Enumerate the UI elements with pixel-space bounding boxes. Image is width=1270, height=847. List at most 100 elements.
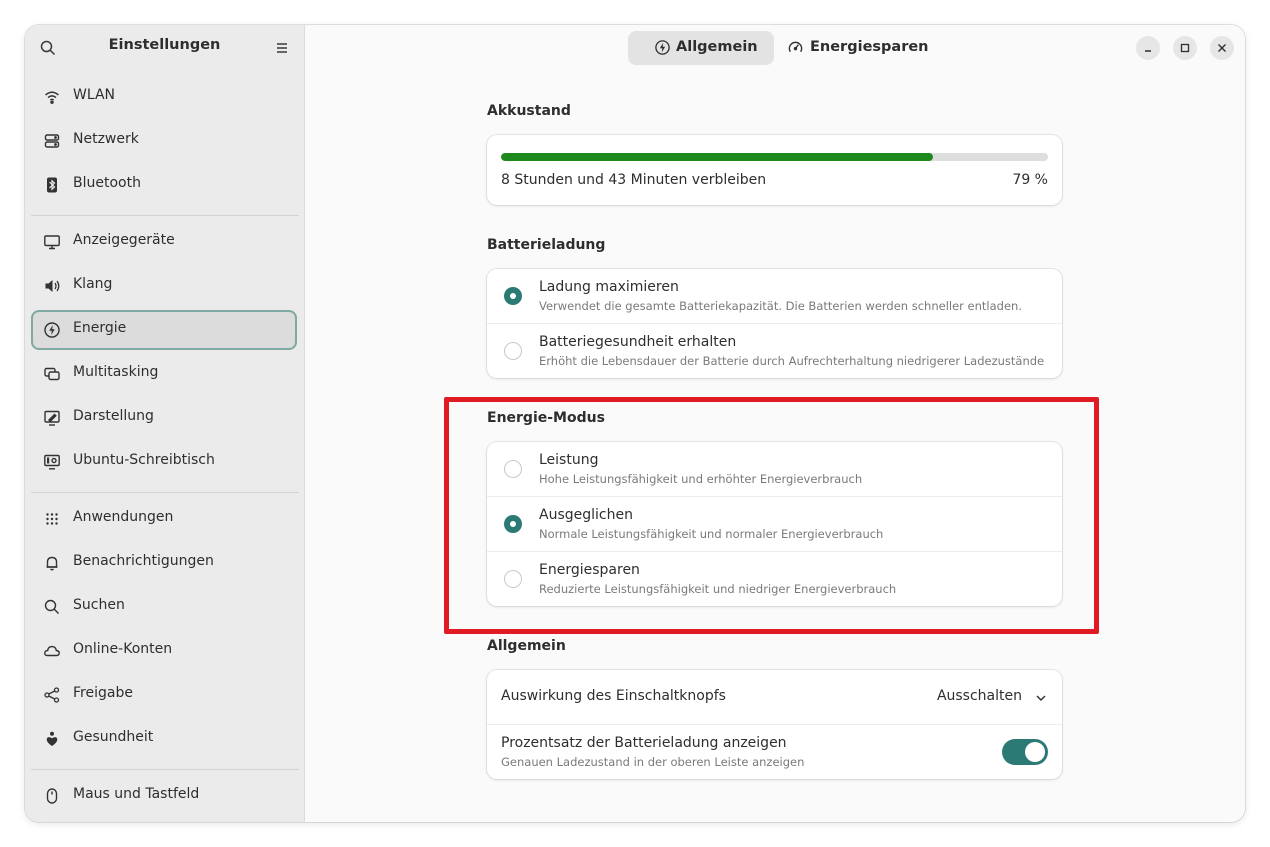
sidebar-item-label: Gesundheit [73, 729, 154, 745]
battery-percentage-row: Prozentsatz der Batterieladung anzeigen … [487, 724, 1062, 780]
tab-allgemein[interactable]: Allgemein [628, 31, 774, 65]
battery-level-fill [501, 153, 934, 161]
option-title: Ausgeglichen [539, 507, 633, 523]
radio-button[interactable] [504, 460, 522, 478]
sidebar: Einstellungen WLAN Netzwerk Bluetooth An… [25, 25, 305, 822]
close-icon [1218, 44, 1226, 52]
option-title: Batteriegesundheit erhalten [539, 334, 737, 350]
option-subtitle: Erhöht die Lebensdauer der Batterie durc… [539, 354, 1045, 368]
power-icon [43, 321, 61, 339]
sidebar-item-label: Netzwerk [73, 131, 139, 147]
general-section-title: Allgemein [487, 638, 566, 654]
option-subtitle: Normale Leistungsfähigkeit und normaler … [539, 527, 884, 541]
wifi-icon [43, 88, 61, 106]
option-subtitle: Reduzierte Leistungsfähigkeit und niedri… [539, 582, 897, 596]
minimize-button[interactable] [1136, 36, 1160, 60]
settings-window: Einstellungen WLAN Netzwerk Bluetooth An… [25, 25, 1245, 822]
power-mode-card: Leistung Hohe Leistungsfähigkeit und erh… [487, 442, 1062, 606]
sidebar-item-label: Benachrichtigungen [73, 553, 214, 569]
sidebar-item-label: Energie [73, 320, 127, 336]
sidebar-item-suchen[interactable]: Suchen [31, 587, 297, 627]
main-content: Allgemein Energiesparen Akkustand 8 Stun… [305, 25, 1245, 822]
battery-level-bar [501, 153, 1048, 161]
gauge-icon [787, 39, 804, 56]
charging-option-preserve-health[interactable]: Batteriegesundheit erhalten Erhöht die L… [487, 323, 1062, 379]
chevron-down-icon[interactable] [1034, 690, 1048, 704]
sidebar-item-ubuntu-schreibtisch[interactable]: Ubuntu-Schreibtisch [31, 442, 297, 482]
toggle-knob [1025, 742, 1045, 762]
sidebar-item-bluetooth[interactable]: Bluetooth [31, 165, 297, 205]
maximize-button[interactable] [1173, 36, 1197, 60]
power-mode-option-leistung[interactable]: Leistung Hohe Leistungsfähigkeit und erh… [487, 442, 1062, 497]
power-button-action-label: Auswirkung des Einschaltknopfs [501, 688, 726, 704]
mouse-icon [43, 787, 61, 805]
sidebar-separator [31, 492, 299, 493]
sidebar-item-wlan[interactable]: WLAN [31, 77, 297, 117]
sidebar-item-label: Maus und Tastfeld [73, 786, 200, 802]
bluetooth-icon [43, 176, 61, 194]
sidebar-item-maus-und-tastfeld[interactable]: Maus und Tastfeld [31, 776, 297, 816]
cloud-icon [43, 642, 61, 660]
sidebar-item-label: Suchen [73, 597, 125, 613]
radio-button-selected[interactable] [504, 515, 522, 533]
sidebar-item-darstellung[interactable]: Darstellung [31, 398, 297, 438]
option-subtitle: Verwendet die gesamte Batteriekapazität.… [539, 299, 1022, 313]
power-mode-section-title: Energie-Modus [487, 410, 605, 426]
battery-remaining-time: 8 Stunden und 43 Minuten verbleiben [501, 172, 767, 188]
charging-section-title: Batterieladung [487, 237, 606, 253]
sidebar-item-label: Anwendungen [73, 509, 174, 525]
search-icon [43, 598, 61, 616]
sidebar-item-gesundheit[interactable]: Gesundheit [31, 719, 297, 759]
sidebar-item-anzeigegeraete[interactable]: Anzeigegeräte [31, 222, 297, 262]
display-icon [43, 233, 61, 251]
sidebar-separator [31, 215, 299, 216]
sidebar-item-label: Anzeigegeräte [73, 232, 175, 248]
power-mode-option-energiesparen[interactable]: Energiesparen Reduzierte Leistungsfähigk… [487, 551, 1062, 607]
battery-percent: 79 % [1012, 172, 1048, 188]
apps-grid-icon [43, 510, 61, 528]
power-mode-option-ausgeglichen[interactable]: Ausgeglichen Normale Leistungsfähigkeit … [487, 496, 1062, 552]
battery-section-title: Akkustand [487, 103, 571, 119]
sidebar-item-klang[interactable]: Klang [31, 266, 297, 306]
sidebar-item-label: Ubuntu-Schreibtisch [73, 452, 215, 468]
sidebar-item-netzwerk[interactable]: Netzwerk [31, 121, 297, 161]
power-button-action-value[interactable]: Ausschalten [937, 688, 1022, 704]
option-title: Ladung maximieren [539, 279, 679, 295]
battery-percentage-toggle[interactable] [1002, 739, 1048, 765]
sidebar-item-benachrichtigungen[interactable]: Benachrichtigungen [31, 543, 297, 583]
menu-icon[interactable] [273, 39, 291, 57]
sidebar-item-label: Freigabe [73, 685, 133, 701]
sidebar-item-label: Multitasking [73, 364, 159, 380]
radio-button[interactable] [504, 570, 522, 588]
ubuntu-desktop-icon [43, 453, 61, 471]
radio-button[interactable] [504, 342, 522, 360]
sidebar-item-energie[interactable]: Energie [31, 310, 297, 350]
sidebar-title: Einstellungen [108, 37, 221, 53]
sidebar-item-label: WLAN [73, 87, 116, 103]
option-subtitle: Hohe Leistungsfähigkeit und erhöhter Ene… [539, 472, 863, 486]
sidebar-header: Einstellungen [25, 25, 304, 71]
sidebar-item-label: Online-Konten [73, 641, 173, 657]
option-title: Leistung [539, 452, 599, 468]
sidebar-item-freigabe[interactable]: Freigabe [31, 675, 297, 715]
charging-option-maximize[interactable]: Ladung maximieren Verwendet die gesamte … [487, 269, 1062, 324]
sidebar-item-multitasking[interactable]: Multitasking [31, 354, 297, 394]
sidebar-item-label: Bluetooth [73, 175, 141, 191]
appearance-icon [43, 409, 61, 427]
power-button-action-row[interactable]: Auswirkung des Einschaltknopfs Ausschalt… [487, 670, 1062, 725]
radio-button-selected[interactable] [504, 287, 522, 305]
power-icon [654, 39, 671, 56]
sidebar-item-label: Darstellung [73, 408, 154, 424]
sidebar-item-label: Klang [73, 276, 113, 292]
tab-energiesparen[interactable]: Energiesparen [787, 31, 947, 65]
close-button[interactable] [1210, 36, 1234, 60]
bell-icon [43, 554, 61, 572]
battery-percentage-label: Prozentsatz der Batterieladung anzeigen [501, 735, 787, 751]
minimize-icon [1145, 50, 1151, 52]
sidebar-item-anwendungen[interactable]: Anwendungen [31, 499, 297, 539]
maximize-icon [1180, 43, 1190, 53]
sidebar-item-online-konten[interactable]: Online-Konten [31, 631, 297, 671]
share-icon [43, 686, 61, 704]
speaker-icon [43, 277, 61, 295]
sidebar-separator [31, 769, 299, 770]
